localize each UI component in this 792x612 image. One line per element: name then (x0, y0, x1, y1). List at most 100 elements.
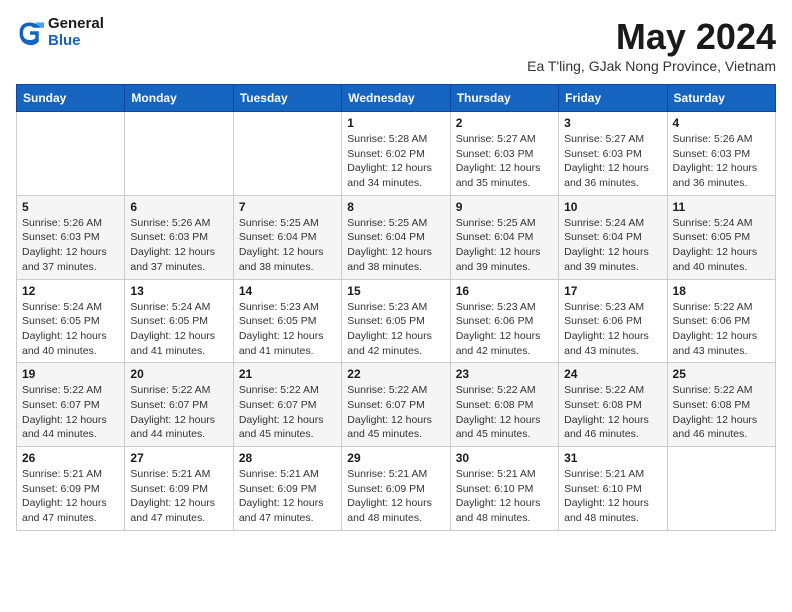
day-info: Sunrise: 5:21 AM Sunset: 6:09 PM Dayligh… (22, 467, 119, 526)
calendar-cell: 5 Sunrise: 5:26 AM Sunset: 6:03 PM Daylig… (17, 195, 125, 279)
header-friday: Friday (559, 85, 667, 112)
calendar-cell (667, 447, 775, 531)
calendar-week-1: 1 Sunrise: 5:28 AM Sunset: 6:02 PM Daylig… (17, 112, 776, 196)
day-number: 28 (239, 451, 336, 465)
calendar-cell: 19 Sunrise: 5:22 AM Sunset: 6:07 PM Dayli… (17, 363, 125, 447)
day-info: Sunrise: 5:22 AM Sunset: 6:08 PM Dayligh… (564, 383, 661, 442)
day-number: 13 (130, 284, 227, 298)
day-number: 31 (564, 451, 661, 465)
calendar-cell: 31 Sunrise: 5:21 AM Sunset: 6:10 PM Dayli… (559, 447, 667, 531)
day-info: Sunrise: 5:27 AM Sunset: 6:03 PM Dayligh… (564, 132, 661, 191)
day-number: 27 (130, 451, 227, 465)
day-info: Sunrise: 5:23 AM Sunset: 6:05 PM Dayligh… (347, 300, 444, 359)
calendar-cell: 14 Sunrise: 5:23 AM Sunset: 6:05 PM Dayli… (233, 279, 341, 363)
day-info: Sunrise: 5:21 AM Sunset: 6:09 PM Dayligh… (130, 467, 227, 526)
day-info: Sunrise: 5:26 AM Sunset: 6:03 PM Dayligh… (130, 216, 227, 275)
calendar-cell: 26Sunrise: 5:21 AM Sunset: 6:09 PM Dayli… (17, 447, 125, 531)
page-header: General Blue May 2024 Ea T'ling, GJak No… (16, 16, 776, 74)
header-wednesday: Wednesday (342, 85, 450, 112)
header-tuesday: Tuesday (233, 85, 341, 112)
day-number: 12 (22, 284, 119, 298)
header-monday: Monday (125, 85, 233, 112)
calendar-cell (233, 112, 341, 196)
location-title: Ea T'ling, GJak Nong Province, Vietnam (527, 58, 776, 74)
day-info: Sunrise: 5:22 AM Sunset: 6:07 PM Dayligh… (239, 383, 336, 442)
day-info: Sunrise: 5:28 AM Sunset: 6:02 PM Dayligh… (347, 132, 444, 191)
day-info: Sunrise: 5:26 AM Sunset: 6:03 PM Dayligh… (22, 216, 119, 275)
calendar-cell: 8Sunrise: 5:25 AM Sunset: 6:04 PM Daylig… (342, 195, 450, 279)
day-number: 5 (22, 200, 119, 214)
calendar-cell: 1 Sunrise: 5:28 AM Sunset: 6:02 PM Daylig… (342, 112, 450, 196)
day-number: 11 (673, 200, 770, 214)
calendar-cell: 20 Sunrise: 5:22 AM Sunset: 6:07 PM Dayli… (125, 363, 233, 447)
calendar-cell (17, 112, 125, 196)
calendar-header-row: SundayMondayTuesdayWednesdayThursdayFrid… (17, 85, 776, 112)
header-sunday: Sunday (17, 85, 125, 112)
calendar-cell: 11 Sunrise: 5:24 AM Sunset: 6:05 PM Dayli… (667, 195, 775, 279)
day-info: Sunrise: 5:25 AM Sunset: 6:04 PM Dayligh… (456, 216, 553, 275)
day-info: Sunrise: 5:23 AM Sunset: 6:05 PM Dayligh… (239, 300, 336, 359)
day-number: 6 (130, 200, 227, 214)
day-number: 7 (239, 200, 336, 214)
day-number: 3 (564, 116, 661, 130)
calendar-cell: 23 Sunrise: 5:22 AM Sunset: 6:08 PM Dayli… (450, 363, 558, 447)
day-info: Sunrise: 5:22 AM Sunset: 6:07 PM Dayligh… (347, 383, 444, 442)
day-number: 18 (673, 284, 770, 298)
day-info: Sunrise: 5:22 AM Sunset: 6:08 PM Dayligh… (673, 383, 770, 442)
day-number: 23 (456, 367, 553, 381)
day-info: Sunrise: 5:22 AM Sunset: 6:07 PM Dayligh… (22, 383, 119, 442)
calendar-cell: 17 Sunrise: 5:23 AM Sunset: 6:06 PM Dayli… (559, 279, 667, 363)
calendar-week-4: 19 Sunrise: 5:22 AM Sunset: 6:07 PM Dayli… (17, 363, 776, 447)
calendar-cell: 16 Sunrise: 5:23 AM Sunset: 6:06 PM Dayli… (450, 279, 558, 363)
day-info: Sunrise: 5:24 AM Sunset: 6:05 PM Dayligh… (673, 216, 770, 275)
calendar: SundayMondayTuesdayWednesdayThursdayFrid… (16, 84, 776, 531)
day-number: 17 (564, 284, 661, 298)
day-number: 2 (456, 116, 553, 130)
calendar-cell: 25Sunrise: 5:22 AM Sunset: 6:08 PM Dayli… (667, 363, 775, 447)
calendar-cell: 4 Sunrise: 5:26 AM Sunset: 6:03 PM Daylig… (667, 112, 775, 196)
day-info: Sunrise: 5:22 AM Sunset: 6:07 PM Dayligh… (130, 383, 227, 442)
calendar-week-2: 5 Sunrise: 5:26 AM Sunset: 6:03 PM Daylig… (17, 195, 776, 279)
calendar-cell: 3 Sunrise: 5:27 AM Sunset: 6:03 PM Daylig… (559, 112, 667, 196)
day-number: 15 (347, 284, 444, 298)
day-info: Sunrise: 5:21 AM Sunset: 6:09 PM Dayligh… (239, 467, 336, 526)
day-info: Sunrise: 5:21 AM Sunset: 6:10 PM Dayligh… (456, 467, 553, 526)
day-number: 21 (239, 367, 336, 381)
logo-text: General Blue (48, 16, 104, 49)
calendar-cell: 29Sunrise: 5:21 AM Sunset: 6:09 PM Dayli… (342, 447, 450, 531)
day-info: Sunrise: 5:25 AM Sunset: 6:04 PM Dayligh… (347, 216, 444, 275)
day-number: 30 (456, 451, 553, 465)
header-saturday: Saturday (667, 85, 775, 112)
calendar-week-3: 12 Sunrise: 5:24 AM Sunset: 6:05 PM Dayli… (17, 279, 776, 363)
day-number: 29 (347, 451, 444, 465)
day-number: 16 (456, 284, 553, 298)
day-number: 1 (347, 116, 444, 130)
day-info: Sunrise: 5:22 AM Sunset: 6:08 PM Dayligh… (456, 383, 553, 442)
day-info: Sunrise: 5:21 AM Sunset: 6:10 PM Dayligh… (564, 467, 661, 526)
day-info: Sunrise: 5:23 AM Sunset: 6:06 PM Dayligh… (564, 300, 661, 359)
logo: General Blue (16, 16, 104, 49)
day-number: 9 (456, 200, 553, 214)
calendar-cell: 18 Sunrise: 5:22 AM Sunset: 6:06 PM Dayli… (667, 279, 775, 363)
day-info: Sunrise: 5:24 AM Sunset: 6:04 PM Dayligh… (564, 216, 661, 275)
calendar-cell: 7Sunrise: 5:25 AM Sunset: 6:04 PM Daylig… (233, 195, 341, 279)
day-info: Sunrise: 5:26 AM Sunset: 6:03 PM Dayligh… (673, 132, 770, 191)
header-thursday: Thursday (450, 85, 558, 112)
day-info: Sunrise: 5:23 AM Sunset: 6:06 PM Dayligh… (456, 300, 553, 359)
calendar-cell: 22Sunrise: 5:22 AM Sunset: 6:07 PM Dayli… (342, 363, 450, 447)
day-number: 19 (22, 367, 119, 381)
day-number: 24 (564, 367, 661, 381)
title-block: May 2024 Ea T'ling, GJak Nong Province, … (527, 16, 776, 74)
calendar-cell: 9 Sunrise: 5:25 AM Sunset: 6:04 PM Daylig… (450, 195, 558, 279)
calendar-week-5: 26Sunrise: 5:21 AM Sunset: 6:09 PM Dayli… (17, 447, 776, 531)
day-info: Sunrise: 5:24 AM Sunset: 6:05 PM Dayligh… (22, 300, 119, 359)
calendar-cell: 15 Sunrise: 5:23 AM Sunset: 6:05 PM Dayli… (342, 279, 450, 363)
calendar-cell: 24 Sunrise: 5:22 AM Sunset: 6:08 PM Dayli… (559, 363, 667, 447)
day-number: 14 (239, 284, 336, 298)
day-info: Sunrise: 5:22 AM Sunset: 6:06 PM Dayligh… (673, 300, 770, 359)
day-number: 4 (673, 116, 770, 130)
calendar-cell: 2Sunrise: 5:27 AM Sunset: 6:03 PM Daylig… (450, 112, 558, 196)
calendar-cell: 12 Sunrise: 5:24 AM Sunset: 6:05 PM Dayli… (17, 279, 125, 363)
day-number: 20 (130, 367, 227, 381)
day-info: Sunrise: 5:24 AM Sunset: 6:05 PM Dayligh… (130, 300, 227, 359)
